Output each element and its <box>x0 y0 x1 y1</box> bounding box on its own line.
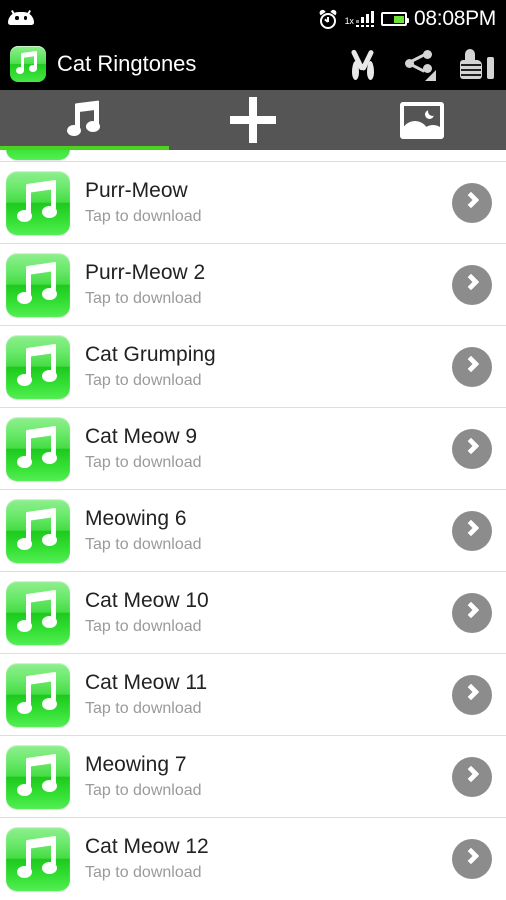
list-item-text: Meowing 7 Tap to download <box>85 752 452 802</box>
action-bar: Cat Ringtones <box>0 38 506 90</box>
list-item-text: Cat Meow 10 Tap to download <box>85 588 452 638</box>
list-item-subtitle: Tap to download <box>85 617 202 635</box>
music-note-icon <box>63 100 105 140</box>
list-item-title: Cat Meow 10 <box>85 588 209 612</box>
list-item-text: Purr-Meow 2 Tap to download <box>85 260 452 310</box>
tab-ringtones[interactable] <box>0 90 169 150</box>
list-item-subtitle: Tap to download <box>85 535 202 553</box>
table-row[interactable]: Cat Meow 11 Tap to download <box>0 654 506 736</box>
list-item-title: Cat Meow 9 <box>85 424 198 448</box>
list-item-subtitle: Tap to download <box>85 289 202 307</box>
chevron-right-icon[interactable] <box>452 346 492 387</box>
chevron-right-icon[interactable] <box>452 839 492 879</box>
list-item-subtitle: Tap to download <box>85 699 202 717</box>
list-item-subtitle: Tap to download <box>85 371 202 389</box>
list-item-subtitle: Tap to download <box>85 453 202 471</box>
tab-add[interactable] <box>169 90 338 150</box>
table-row[interactable]: Cat Grumping Tap to download <box>0 326 506 408</box>
tab-wallpapers[interactable] <box>337 90 506 150</box>
music-note-icon <box>6 334 70 399</box>
list-item-text: Cat Grumping Tap to download <box>85 342 452 392</box>
table-row[interactable]: Meowing 7 Tap to download <box>0 736 506 818</box>
list-item-subtitle: Tap to download <box>85 781 202 799</box>
chevron-right-icon[interactable] <box>452 182 492 223</box>
signal-strength-icon: 1x <box>344 11 375 27</box>
android-robot-icon <box>8 9 34 28</box>
list-item-subtitle: Tap to download <box>85 864 202 881</box>
chevron-right-icon[interactable] <box>452 428 492 469</box>
table-row[interactable]: Meowing 6 Tap to download <box>0 490 506 572</box>
overflow-caret-icon <box>425 70 436 81</box>
cut-scissors-icon[interactable] <box>348 48 378 80</box>
music-note-icon <box>6 827 70 891</box>
music-note-icon <box>6 498 70 563</box>
music-note-icon <box>6 580 70 645</box>
thumbs-up-icon[interactable] <box>460 49 494 79</box>
list-item-text: Cat Meow 9 Tap to download <box>85 424 452 474</box>
app-music-note-icon <box>10 46 46 82</box>
table-row[interactable]: Cat Meow 10 Tap to download <box>0 572 506 654</box>
chevron-right-icon[interactable] <box>452 510 492 551</box>
list-item-text: Cat Meow 11 Tap to download <box>85 670 452 720</box>
list-item-title: Purr-Meow <box>85 178 188 202</box>
status-bar: 1x 08:08PM <box>0 0 506 38</box>
alarm-clock-icon <box>318 8 338 29</box>
plus-icon <box>230 97 276 143</box>
music-note-icon <box>6 170 70 235</box>
table-row[interactable]: Purr-Meow 2 Tap to download <box>0 244 506 326</box>
list-item-title: Cat Meow 12 <box>85 835 209 858</box>
list-item-title: Cat Grumping <box>85 342 216 366</box>
battery-icon <box>381 12 410 26</box>
app-title: Cat Ringtones <box>57 51 197 76</box>
share-icon[interactable] <box>402 47 436 81</box>
chevron-right-icon[interactable] <box>452 756 492 797</box>
status-bar-clock: 08:08PM <box>414 7 496 30</box>
status-bar-icons: 1x 08:08PM <box>318 7 496 31</box>
list-item-text: Meowing 6 Tap to download <box>85 506 452 556</box>
chevron-right-icon[interactable] <box>452 592 492 633</box>
list-item-title: Meowing 6 <box>85 506 187 530</box>
music-note-icon <box>6 252 70 317</box>
music-note-icon <box>6 744 70 809</box>
image-icon <box>399 101 444 139</box>
table-row[interactable]: Cat Meow 12 Tap to download <box>0 818 506 900</box>
action-bar-actions <box>348 47 494 81</box>
list-item-text: Purr-Meow Tap to download <box>85 178 452 228</box>
list-item-title: Meowing 7 <box>85 752 187 776</box>
table-row[interactable]: Purr-Meow Tap to download <box>0 162 506 244</box>
music-note-icon <box>6 416 70 481</box>
chevron-right-icon[interactable] <box>452 264 492 305</box>
ringtone-list[interactable]: Purr-Meow Tap to download Purr-Meow 2 Ta… <box>0 150 506 900</box>
list-item-title: Purr-Meow 2 <box>85 260 206 284</box>
list-item-title: Cat Meow 11 <box>85 670 208 694</box>
tab-bar <box>0 90 506 150</box>
list-item-subtitle: Tap to download <box>85 207 202 225</box>
signal-type-label: 1x <box>344 16 354 26</box>
list-item-text: Cat Meow 12 Tap to download <box>85 834 452 884</box>
table-row[interactable]: Cat Meow 9 Tap to download <box>0 408 506 490</box>
chevron-right-icon[interactable] <box>452 674 492 715</box>
list-item-partial[interactable] <box>0 150 506 162</box>
music-note-icon <box>6 662 70 727</box>
music-note-icon <box>6 150 70 160</box>
